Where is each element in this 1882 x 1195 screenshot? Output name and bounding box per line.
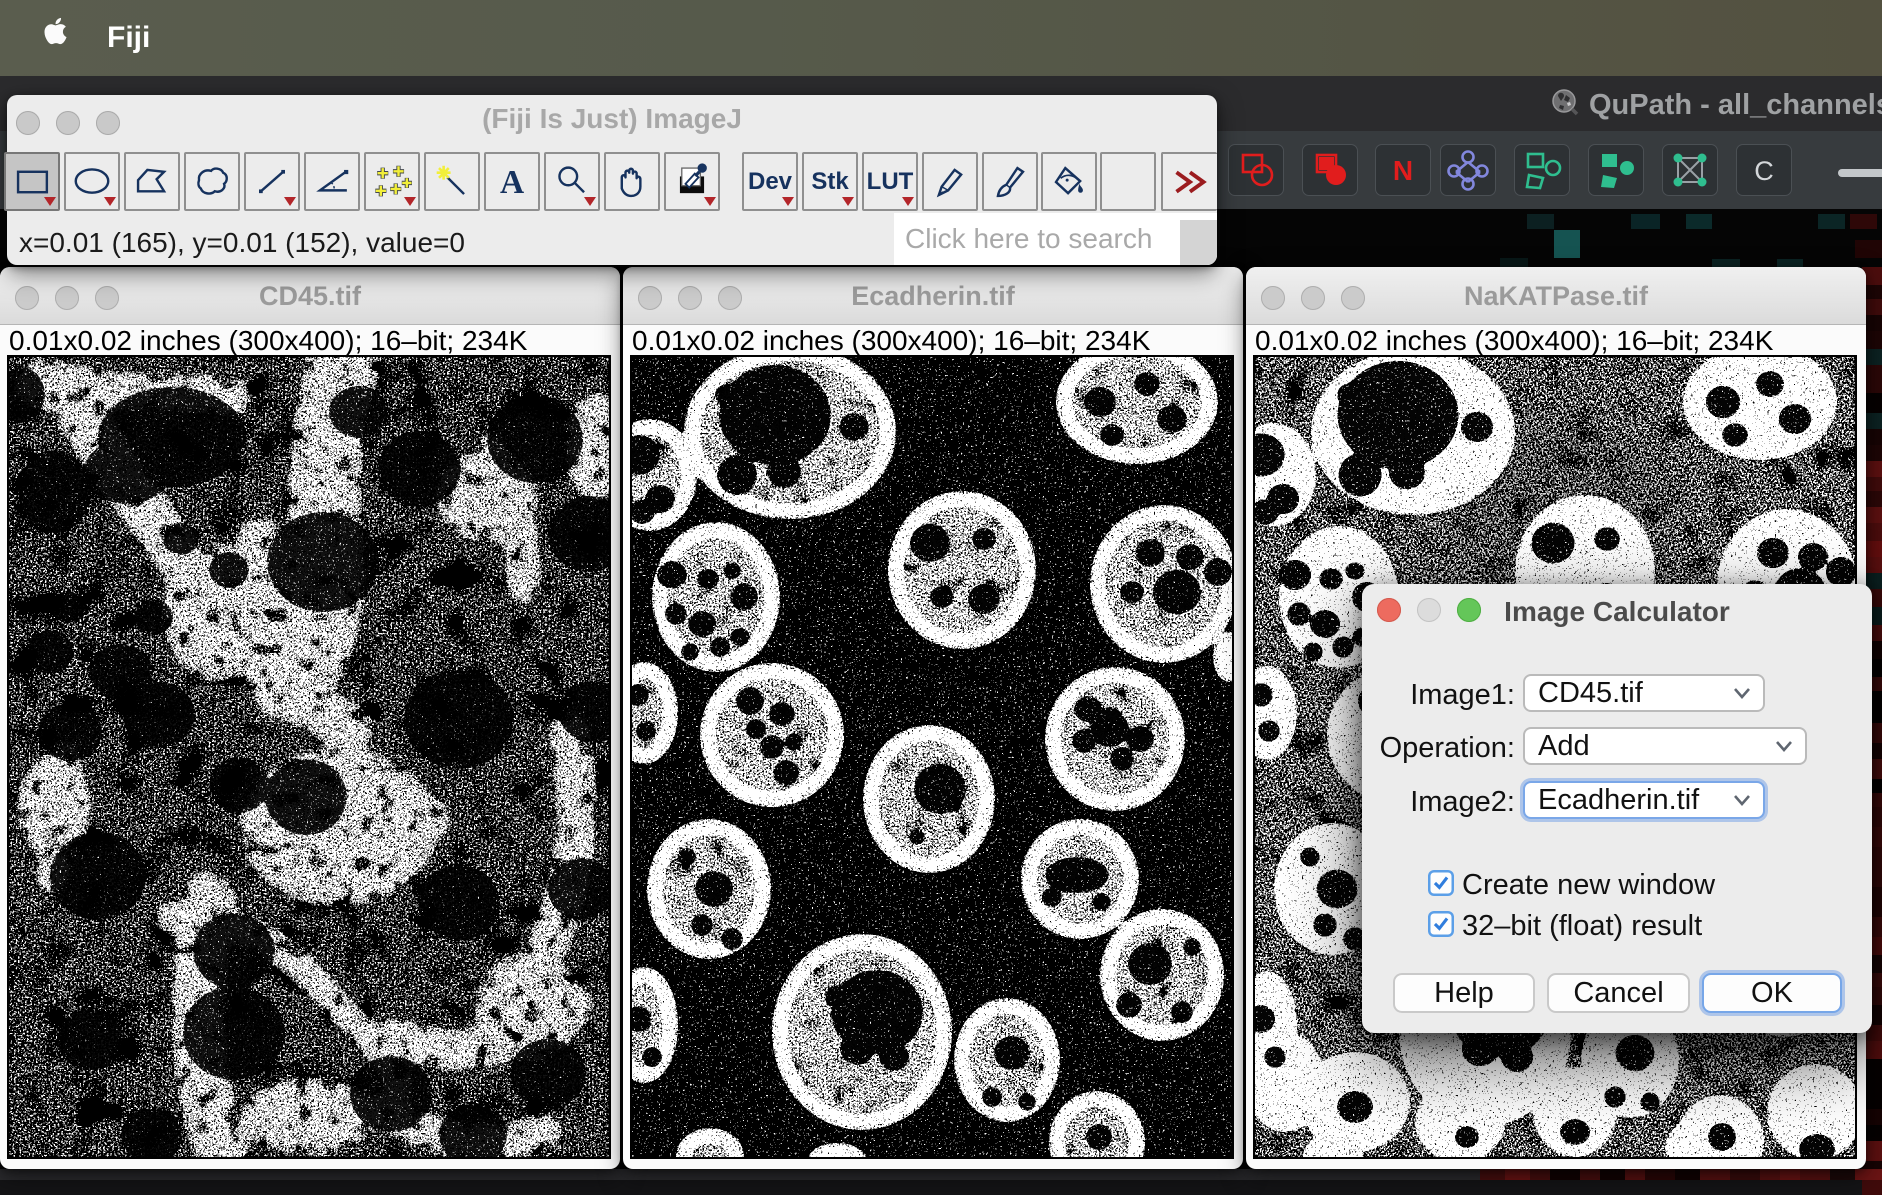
svg-text:A: A (500, 164, 524, 201)
svg-text:N: N (1393, 155, 1413, 186)
svg-text:C: C (1754, 156, 1774, 186)
